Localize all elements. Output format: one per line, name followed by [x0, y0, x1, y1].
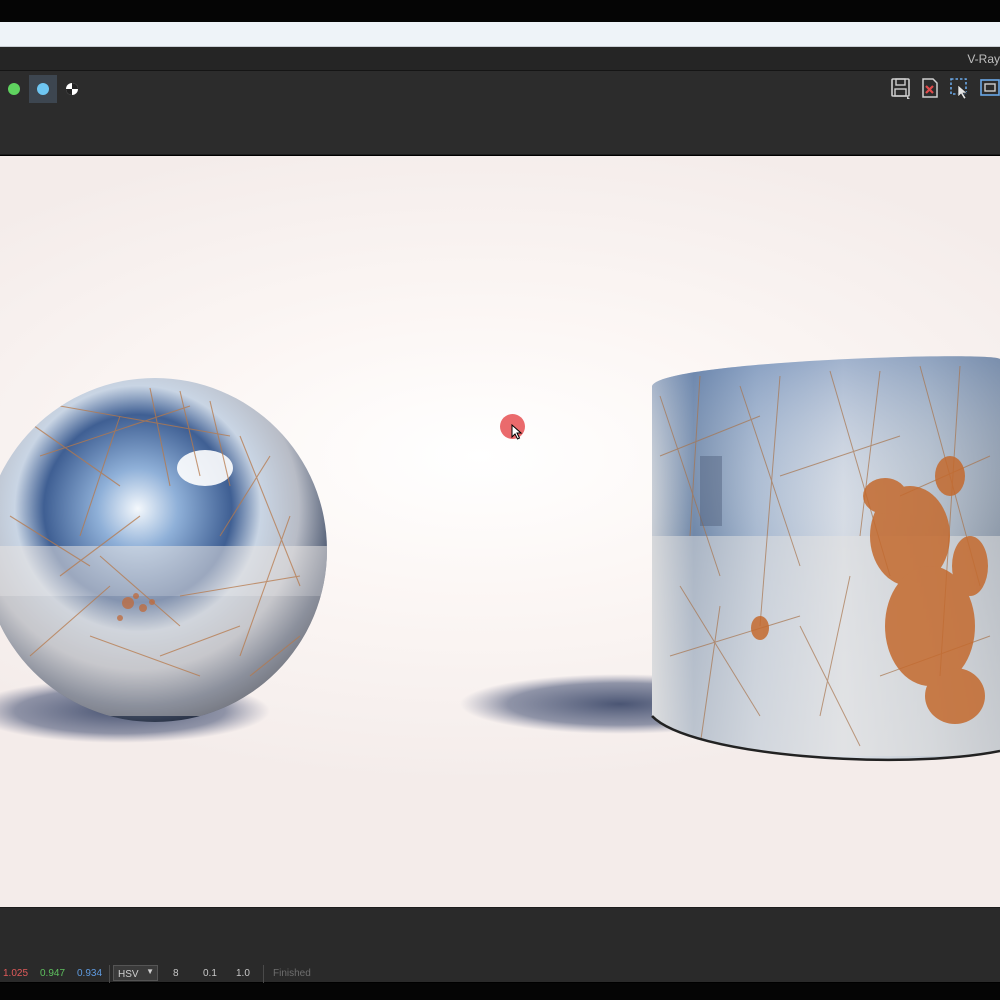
green-channel-button[interactable]	[0, 75, 28, 103]
green-channel-icon	[8, 83, 20, 95]
frame-buffer-toolbar	[0, 71, 1000, 155]
min-value: 0.1	[203, 968, 217, 979]
region-select-icon[interactable]	[948, 76, 972, 100]
color-mode-value: HSV	[118, 969, 139, 980]
blue-channel-button[interactable]	[29, 75, 57, 103]
window-title: V-Ray	[967, 52, 1000, 66]
clear-image-icon[interactable]	[918, 76, 942, 100]
alpha-channel-icon	[66, 83, 78, 95]
mouse-cursor-icon	[511, 424, 523, 440]
title-bar: V-Ray	[0, 47, 1000, 71]
bottom-black-bar	[0, 983, 1000, 1000]
sphere-object	[0, 378, 327, 722]
pixel-g-value: 0.947	[40, 968, 66, 979]
alpha-channel-button[interactable]	[58, 75, 86, 103]
status-separator	[263, 965, 264, 983]
render-viewport[interactable]	[0, 156, 1000, 907]
save-icon[interactable]	[889, 76, 913, 100]
host-app-strip	[0, 22, 1000, 47]
render-status-text: Finished	[273, 968, 311, 979]
status-bar: 1.025 0.947 0.934 HSV ▼ 8 0.1 1.0 Finish…	[0, 965, 1000, 983]
render-region-icon[interactable]	[978, 76, 1000, 100]
status-separator	[109, 965, 110, 983]
top-black-bar	[0, 0, 1000, 22]
max-value: 1.0	[236, 968, 250, 979]
rendered-scene	[0, 356, 1000, 762]
bit-depth-value: 8	[173, 968, 179, 979]
color-mode-select[interactable]: HSV ▼	[113, 965, 158, 981]
pixel-r-value: 1.025	[3, 968, 29, 979]
pixel-b-value: 0.934	[77, 968, 103, 979]
blue-channel-icon	[37, 83, 49, 95]
chevron-down-icon: ▼	[146, 967, 154, 976]
cylinder-object	[651, 356, 1000, 762]
